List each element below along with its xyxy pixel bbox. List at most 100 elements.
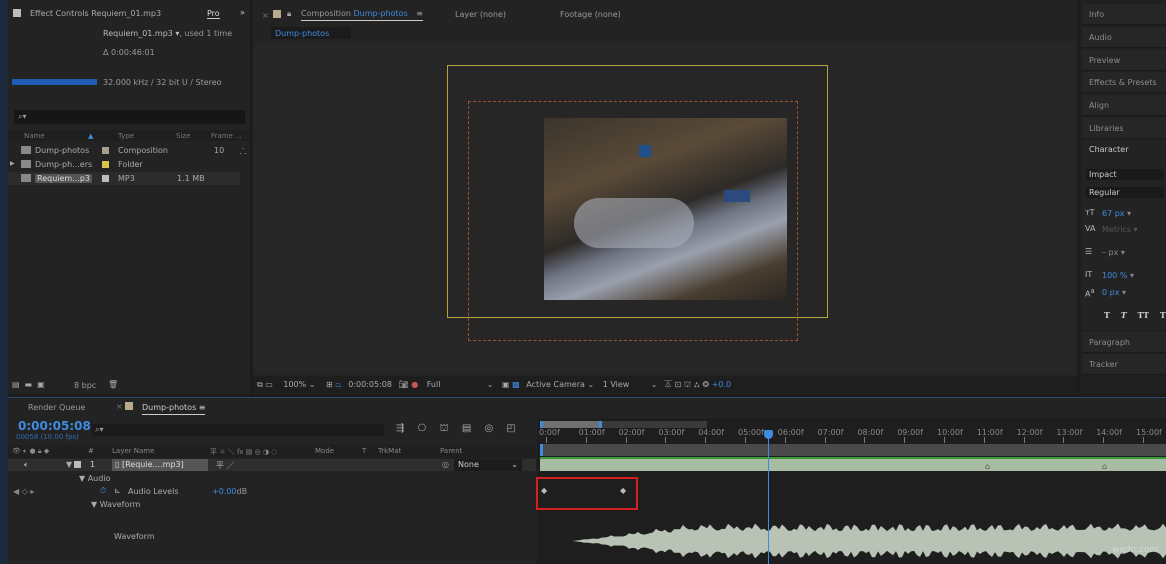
resolution-dropdown[interactable]: Full (427, 380, 487, 389)
expand-arrow-icon[interactable]: ▶ (10, 160, 15, 167)
col-parent[interactable]: Parent (440, 447, 462, 455)
col-layer-name[interactable]: Layer Name (112, 447, 154, 455)
timeline-current-time[interactable]: 0:00:05:08 (18, 419, 91, 433)
work-area-bar[interactable] (540, 444, 1166, 456)
project-item[interactable]: Requiem...p3 MP3 1.1 MB (8, 172, 240, 185)
panel-effects-presets[interactable]: Effects & Presets (1082, 72, 1166, 93)
timeline-switches[interactable]: ⇶ ⎔ ⛫ ▤ ◎ ◰ (396, 423, 516, 436)
close-comp-tab-icon[interactable]: × (116, 402, 123, 411)
baseline-shift-field[interactable]: 0 px ▾ (1102, 288, 1126, 297)
audio-toggle-icon[interactable]: 🔈︎ (24, 460, 29, 470)
col-name[interactable]: Name (24, 132, 45, 140)
font-family-dropdown[interactable]: Impact (1086, 169, 1164, 180)
project-item[interactable]: ▶ Dump-ph...ers Folder (8, 158, 240, 171)
project-footer-icons[interactable]: ▤▬▣ (12, 380, 50, 389)
audio-levels-field[interactable]: +0.00dB (212, 487, 247, 496)
col-size[interactable]: Size (176, 132, 190, 140)
panel-overflow-icon[interactable]: » (240, 8, 245, 17)
tracker-panel[interactable]: Tracker (1082, 354, 1166, 375)
paragraph-panel[interactable]: Paragraph (1082, 332, 1166, 353)
kerning-field[interactable]: Metrics ▾ (1102, 225, 1138, 234)
footage-tab[interactable]: Footage (none) (560, 10, 621, 19)
channel-icon[interactable]: ● (411, 380, 418, 389)
all-caps-button[interactable]: TT (1138, 310, 1150, 320)
font-style-dropdown[interactable]: Regular (1086, 187, 1164, 198)
region-icon[interactable]: ⧉ ▭ (257, 380, 273, 389)
keyframe-navigator[interactable]: ◀ ◇ ▸ (13, 487, 34, 496)
small-caps-button[interactable]: T (1160, 310, 1166, 320)
stopwatch-icon[interactable]: ⏱ (100, 486, 106, 496)
camera-dropdown[interactable]: Active Camera ⌄ (526, 380, 594, 389)
close-tab-icon[interactable]: × (262, 11, 269, 20)
col-type[interactable]: Type (118, 132, 134, 140)
grid-icon[interactable]: ⊞ (326, 380, 333, 389)
parent-dropdown[interactable]: None⌄ (454, 459, 522, 471)
trash-icon[interactable]: 🗑 (108, 380, 118, 389)
mask-icon[interactable]: ⏢ (335, 380, 341, 389)
col-trkmat[interactable]: TrkMat (378, 447, 401, 455)
ruler-tick (944, 437, 945, 443)
text-style-buttons[interactable]: T T TT T (1104, 310, 1166, 320)
faux-bold-button[interactable]: T (1104, 310, 1110, 320)
parent-pickwhip-icon[interactable]: ◎ (442, 460, 449, 469)
col-frame[interactable]: Frame ... (211, 132, 242, 140)
work-area-navigator[interactable] (540, 421, 707, 428)
panel-info[interactable]: Info (1082, 4, 1166, 25)
panel-audio[interactable]: Audio (1082, 27, 1166, 48)
project-item[interactable]: Dump-photos Composition 10 (8, 144, 240, 157)
layer-duration-bar[interactable]: ⌂ ⌂ (540, 457, 1166, 471)
ruler-label: 01:00f (579, 428, 605, 437)
faux-italic-button[interactable]: T (1121, 310, 1127, 320)
audio-levels-value[interactable]: +0.00 (212, 487, 237, 496)
project-search-input[interactable]: ⌕▾ (14, 110, 245, 124)
effect-controls-tab[interactable]: Effect Controls Requiem_01.mp3 (30, 9, 161, 18)
transparency-grid-icon[interactable]: ▩ (512, 380, 520, 389)
marker-icon[interactable]: ⌂ (985, 462, 990, 471)
layer-row[interactable]: 🔈︎ ▼ 1 ▯ [Requie....mp3] 平 ／ ◎ None⌄ (8, 459, 536, 471)
roi-icon[interactable]: ▣ (502, 380, 510, 389)
timeline-search-input[interactable]: ⌕▾ (92, 424, 384, 436)
layer-name[interactable]: ▯ [Requie....mp3] (112, 459, 208, 471)
breadcrumb[interactable]: Dump-photos (271, 27, 351, 39)
layer-tab[interactable]: Layer (none) (455, 10, 506, 19)
playhead[interactable] (768, 430, 769, 564)
panel-libraries[interactable]: Libraries (1082, 118, 1166, 139)
exposure-value[interactable]: +0.0 (712, 380, 731, 389)
stroke-width-field[interactable]: – px ▾ (1102, 248, 1125, 257)
keyframe-1[interactable]: ◆ (541, 486, 547, 495)
layer-switches[interactable]: 平 ／ (216, 460, 235, 471)
timeline-comp-tab[interactable]: Dump-photos ≡ (142, 403, 205, 415)
project-tab[interactable]: Pro (207, 9, 220, 19)
col-mode[interactable]: Mode (315, 447, 334, 455)
character-title[interactable]: Character (1089, 145, 1129, 154)
audio-levels-graph-icon[interactable]: ⊾ (114, 486, 121, 495)
playhead-handle[interactable] (764, 430, 773, 439)
label-swatch[interactable] (102, 161, 109, 168)
keyframe-2[interactable]: ◆ (620, 486, 626, 495)
lock-icon[interactable]: 🔒︎ (287, 9, 291, 19)
current-time[interactable]: 0:00:05:08 (348, 380, 392, 389)
composition-tab[interactable]: Composition Dump-photos ≡ (301, 9, 423, 21)
frame-count: 00058 (10.00 fps) (16, 433, 79, 441)
bit-depth[interactable]: 8 bpc (74, 381, 96, 390)
layer-twirl-icon[interactable]: ▼ (66, 460, 72, 469)
font-size-field[interactable]: 67 px ▾ (1102, 209, 1131, 218)
label-color[interactable] (74, 461, 81, 468)
waveform-group[interactable]: ▼ Waveform (91, 500, 140, 509)
marker-icon[interactable]: ⌂ (1102, 462, 1107, 471)
ruler-tick (745, 437, 746, 443)
label-swatch[interactable] (102, 175, 109, 182)
audio-group[interactable]: ▼ Audio (79, 474, 110, 483)
render-queue-tab[interactable]: Render Queue (28, 403, 85, 412)
breadcrumb-item[interactable]: Dump-photos (275, 29, 329, 38)
zoom-dropdown[interactable]: 100% ⌄ (283, 380, 315, 389)
panel-preview[interactable]: Preview (1082, 50, 1166, 71)
viewer-extra-icons[interactable]: ⏄ ⊡ ⛫ ⛼ ❂ (664, 380, 709, 389)
label-swatch[interactable] (102, 147, 109, 154)
file-name[interactable]: Requiem_01.mp3 ▾ (103, 29, 179, 38)
vertical-scale-field[interactable]: 100 % ▾ (1102, 271, 1134, 280)
view-layout-dropdown[interactable]: 1 View (603, 380, 651, 389)
flowchart-icon[interactable]: ⸫ (240, 146, 247, 157)
panel-align[interactable]: Align (1082, 95, 1166, 116)
snapshot-icon[interactable]: 📷︎ (399, 380, 409, 389)
